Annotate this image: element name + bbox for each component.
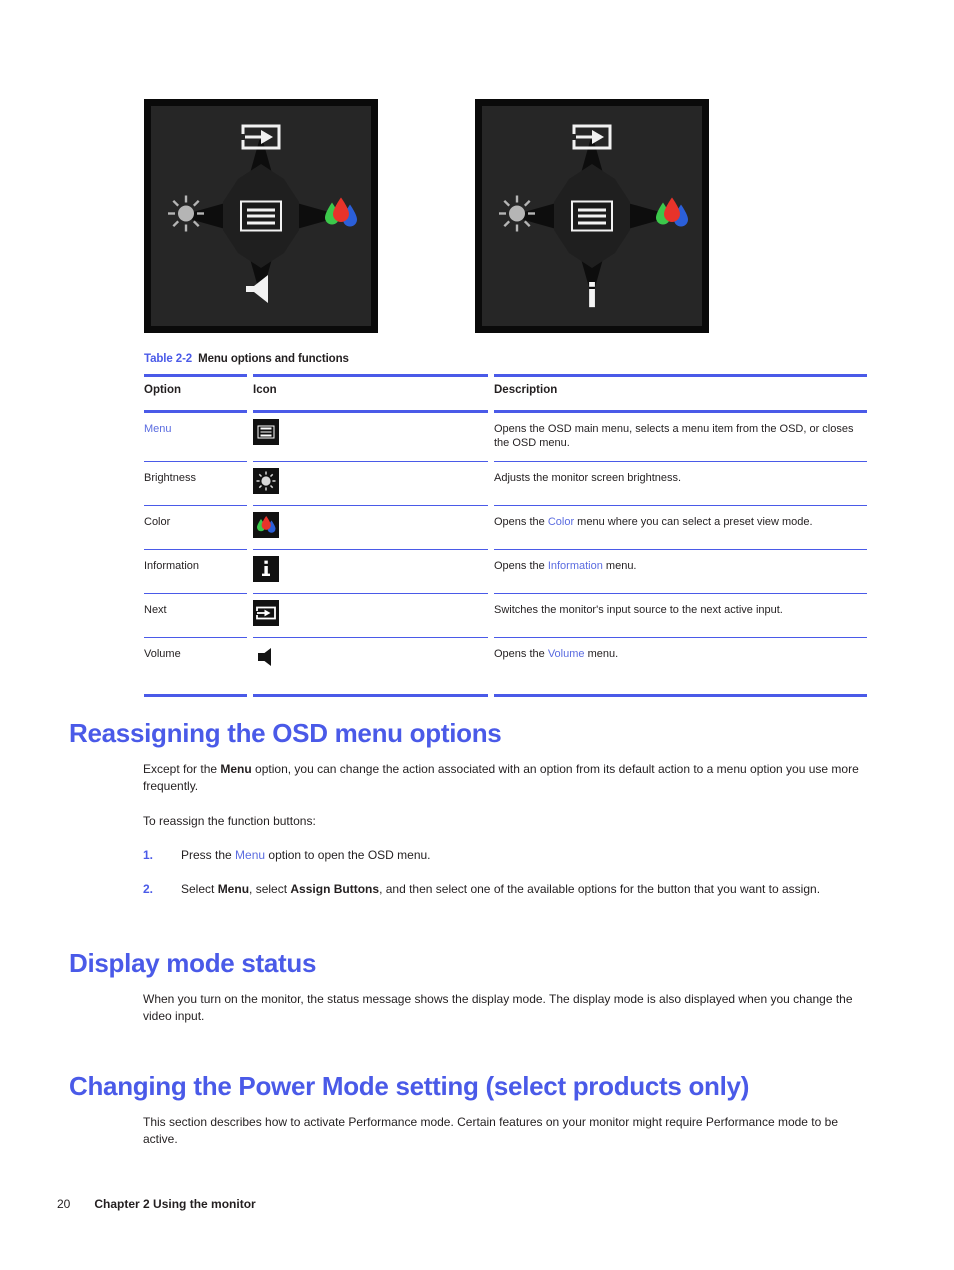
cell-option: Information bbox=[144, 549, 247, 594]
color-icon bbox=[654, 197, 690, 236]
cell-description: Opens the Information menu. bbox=[494, 549, 867, 594]
osd-panel-volume-variant bbox=[144, 99, 378, 333]
description-text: Opens the bbox=[494, 648, 548, 660]
brightness-icon bbox=[498, 195, 536, 238]
volume-icon bbox=[244, 273, 278, 310]
osd-illustration-row: i bbox=[0, 99, 954, 333]
next-input-icon bbox=[241, 124, 281, 155]
table-row: Color Opens the Color menu where you can… bbox=[144, 505, 867, 550]
list-item: 1. Press the Menu option to open the OSD… bbox=[143, 847, 859, 864]
table-caption-number: Table 2-2 bbox=[144, 353, 193, 365]
description-text-post: menu where you can select a preset view … bbox=[574, 516, 813, 528]
cell-option: Color bbox=[144, 505, 247, 550]
column-header-icon: Icon bbox=[253, 374, 488, 413]
page-number: 20 bbox=[57, 1197, 71, 1211]
cell-description: Opens the OSD main menu, selects a menu … bbox=[494, 411, 867, 462]
description-text: Opens the bbox=[494, 516, 548, 528]
osd-panel-information-variant: i bbox=[475, 99, 709, 333]
color-icon bbox=[323, 197, 359, 236]
cell-icon bbox=[253, 461, 488, 506]
list-item-text: Select Menu, select Assign Buttons, and … bbox=[181, 881, 859, 898]
text-fragment: Except for the bbox=[143, 762, 221, 776]
cell-icon bbox=[253, 637, 488, 697]
paragraph-reassign-intro: Except for the Menu option, you can chan… bbox=[143, 761, 859, 795]
cell-description: Adjusts the monitor screen brightness. bbox=[494, 461, 867, 506]
cell-description: Opens the Color menu where you can selec… bbox=[494, 505, 867, 550]
heading-reassigning-osd-menu-options: Reassigning the OSD menu options bbox=[69, 718, 502, 748]
information-icon bbox=[253, 556, 279, 582]
text-fragment: Press the bbox=[181, 848, 236, 862]
text-fragment: , select bbox=[249, 882, 291, 896]
list-number: 2. bbox=[143, 882, 154, 896]
list-number: 1. bbox=[143, 848, 154, 862]
description-text: Switches the monitor's input source to t… bbox=[494, 604, 783, 616]
description-text: Adjusts the monitor screen brightness. bbox=[494, 472, 682, 484]
table-caption-title: Menu options and functions bbox=[198, 353, 349, 365]
table-row: Menu Opens the OSD main menu, selects a … bbox=[144, 411, 867, 462]
heading-changing-power-mode-setting: Changing the Power Mode setting (select … bbox=[69, 1071, 750, 1101]
text-fragment: Select bbox=[181, 882, 218, 896]
cell-option: Volume bbox=[144, 637, 247, 697]
cell-option: Next bbox=[144, 593, 247, 638]
osd-panel-screen bbox=[151, 106, 371, 326]
menu-icon bbox=[253, 419, 279, 445]
next-input-icon bbox=[253, 600, 279, 626]
color-icon bbox=[253, 512, 279, 538]
table-header-row: Option Icon Description bbox=[144, 374, 867, 413]
description-text-post: menu. bbox=[584, 648, 619, 660]
column-header-option: Option bbox=[144, 374, 247, 413]
cell-description: Switches the monitor's input source to t… bbox=[494, 593, 867, 638]
cell-description: Opens the Volume menu. bbox=[494, 637, 867, 697]
next-input-icon bbox=[572, 124, 612, 155]
menu-options-table: Option Icon Description Menu Opens the O… bbox=[144, 374, 867, 697]
cell-icon bbox=[253, 593, 488, 638]
description-text: Opens the OSD main menu, selects a menu … bbox=[494, 423, 854, 449]
text-fragment: option to open the OSD menu. bbox=[265, 848, 431, 862]
table-row: Next Switches the monitor's input source… bbox=[144, 593, 867, 638]
menu-icon bbox=[240, 200, 282, 232]
heading-display-mode-status: Display mode status bbox=[69, 948, 317, 978]
description-text-post: menu. bbox=[602, 560, 637, 572]
cell-option: Menu bbox=[144, 411, 247, 462]
table-row: Information Opens the Information menu. bbox=[144, 549, 867, 594]
text-fragment: , and then select one of the available o… bbox=[379, 882, 821, 896]
column-header-description: Description bbox=[494, 374, 867, 413]
cell-icon bbox=[253, 549, 488, 594]
cell-icon bbox=[253, 411, 488, 462]
cell-option: Brightness bbox=[144, 461, 247, 506]
information-icon: i bbox=[586, 276, 598, 315]
osd-panel-screen: i bbox=[482, 106, 702, 326]
bold-menu: Menu bbox=[220, 762, 252, 776]
paragraph-display-mode: When you turn on the monitor, the status… bbox=[143, 992, 853, 1023]
cell-icon bbox=[253, 505, 488, 550]
footer-chapter-label: Chapter 2 Using the monitor bbox=[94, 1197, 256, 1211]
option-label-menu[interactable]: Menu bbox=[144, 423, 172, 435]
menu-icon bbox=[571, 200, 613, 232]
volume-icon bbox=[253, 644, 279, 670]
brightness-icon bbox=[167, 195, 205, 238]
table-row: Volume Opens the Volume menu. bbox=[144, 637, 867, 697]
description-link[interactable]: Volume bbox=[548, 648, 585, 660]
description-text: Opens the bbox=[494, 560, 548, 572]
list-item: 2. Select Menu, select Assign Buttons, a… bbox=[143, 881, 859, 898]
paragraph-power-mode: This section describes how to activate P… bbox=[143, 1115, 838, 1146]
page-footer: 20 Chapter 2 Using the monitor bbox=[57, 1197, 256, 1211]
bold-menu: Menu bbox=[217, 882, 250, 896]
bold-assign-buttons: Assign Buttons bbox=[290, 882, 380, 896]
description-link[interactable]: Color bbox=[548, 516, 574, 528]
paragraph-reassign-lead-in: To reassign the function buttons: bbox=[143, 814, 316, 828]
table-caption: Table 2-2 Menu options and functions bbox=[144, 353, 349, 365]
brightness-icon bbox=[253, 468, 279, 494]
link-menu[interactable]: Menu bbox=[235, 848, 265, 862]
list-item-text: Press the Menu option to open the OSD me… bbox=[181, 847, 859, 864]
table-row: Brightness Adjusts the monitor screen br… bbox=[144, 461, 867, 506]
description-link[interactable]: Information bbox=[548, 560, 603, 572]
